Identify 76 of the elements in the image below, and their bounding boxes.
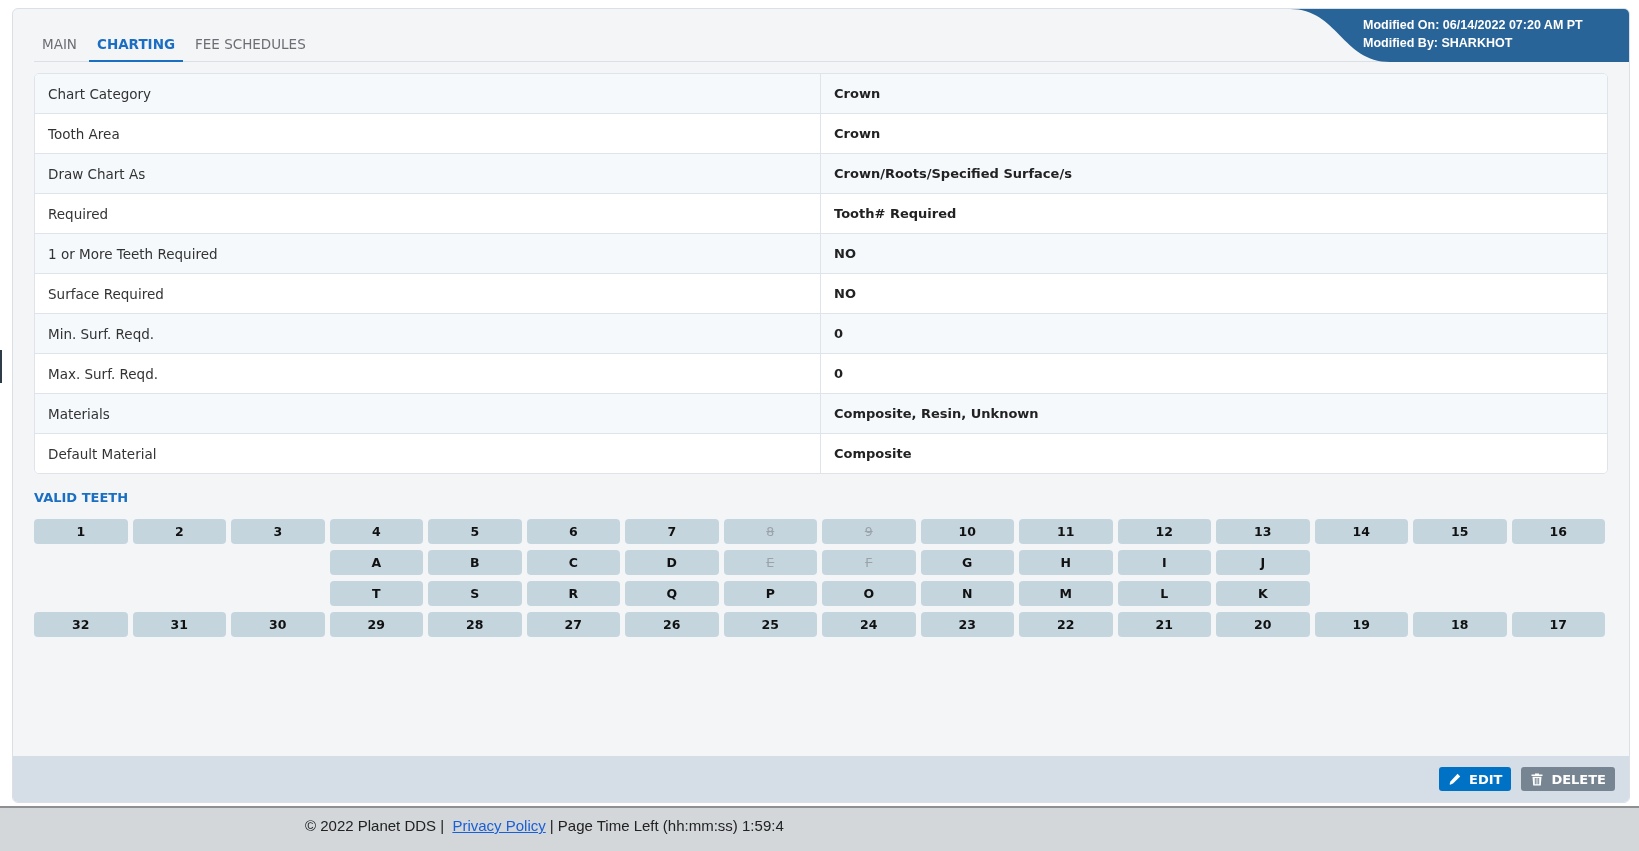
tooth-chip: 11 [1019,519,1113,544]
table-cell: Crown [821,74,1607,114]
tooth-chip: 27 [526,612,620,637]
tooth-chip: 23 [920,612,1014,637]
table-cell: Surface Required [35,274,821,314]
tooth-chip: 4 [329,519,423,544]
tooth-chip: A [329,550,423,575]
table-cell: Composite, Resin, Unknown [821,394,1607,434]
privacy-policy-link[interactable]: Privacy Policy [452,817,546,834]
tooth-chip: 1 [34,519,128,544]
table-cell: NO [821,234,1607,274]
tab[interactable]: CHARTING [88,27,184,62]
tooth-chip: 25 [723,612,817,637]
edit-button[interactable]: EDIT [1439,767,1512,791]
tooth-chip: O [822,581,916,606]
tooth-chip: 32 [34,612,128,637]
footer-text: © 2022 Planet DDS | Privacy Policy | Page Time Left (hh:mm:ss) 1:59:4 [305,817,784,834]
tooth-chip: P [723,581,817,606]
table-cell: Tooth Area [35,114,821,154]
edge-marker [0,350,2,383]
tooth-chip: 24 [822,612,916,637]
tooth-chip: T [329,581,423,606]
table-cell: Materials [35,394,821,434]
tooth-chip: H [1019,550,1113,575]
table-cell: Crown/Roots/Specified Surface/s [821,154,1607,194]
tooth-chip: Q [625,581,719,606]
tooth-chip: G [920,550,1014,575]
tooth-chip: 10 [920,519,1014,544]
table-cell: Max. Surf. Reqd. [35,354,821,394]
tooth-chip: 16 [1511,519,1605,544]
tooth-chip: C [526,550,620,575]
tooth-chip: R [526,581,620,606]
tooth-chip: 5 [428,519,522,544]
delete-button[interactable]: DELETE [1521,767,1615,791]
modified-by-text: Modified By: SHARKHOT [1363,35,1514,52]
tooth-chip: 31 [132,612,226,637]
tooth-chip: J [1216,550,1310,575]
tooth-chip: 20 [1216,612,1310,637]
tooth-chip: M [1019,581,1113,606]
tooth-chip: K [1216,581,1310,606]
modified-on-text: Modified On: 06/14/2022 07:20 AM PT [1363,17,1584,34]
table-cell: Required [35,194,821,234]
pencil-icon [1449,772,1461,786]
tooth-chip: 28 [428,612,522,637]
table-cell: Min. Surf. Reqd. [35,314,821,354]
trash-icon [1531,772,1544,786]
tooth-chip: 7 [625,519,719,544]
tooth-chip: 21 [1117,612,1211,637]
tab[interactable]: MAIN [34,27,85,62]
tooth-chip: 17 [1511,612,1605,637]
tooth-chip: 12 [1117,519,1211,544]
tooth-chip: L [1117,581,1211,606]
tooth-chip: 14 [1314,519,1408,544]
tooth-chip: 30 [231,612,325,637]
tooth-chip: S [428,581,522,606]
table-cell: 0 [821,314,1607,354]
tooth-chip: 15 [1413,519,1507,544]
tooth-chip: B [428,550,522,575]
tooth-chip: 22 [1019,612,1113,637]
tooth-chip: 3 [231,519,325,544]
table-cell: Chart Category [35,74,821,114]
tooth-chip: 6 [526,519,620,544]
tooth-chip: 19 [1314,612,1408,637]
tooth-chip: 2 [132,519,226,544]
tooth-chip: D [625,550,719,575]
table-cell: 1 or More Teeth Required [35,234,821,274]
section-title: VALID TEETH [34,490,129,506]
tooth-chip: 13 [1216,519,1310,544]
tooth-chip: I [1117,550,1211,575]
tab[interactable]: FEE SCHEDULES [187,27,314,62]
table-cell: Draw Chart As [35,154,821,194]
tooth-chip: 18 [1413,612,1507,637]
tooth-chip: 26 [625,612,719,637]
table-cell: Default Material [35,434,821,473]
tooth-chip: N [920,581,1014,606]
tooth-chip: 29 [329,612,423,637]
